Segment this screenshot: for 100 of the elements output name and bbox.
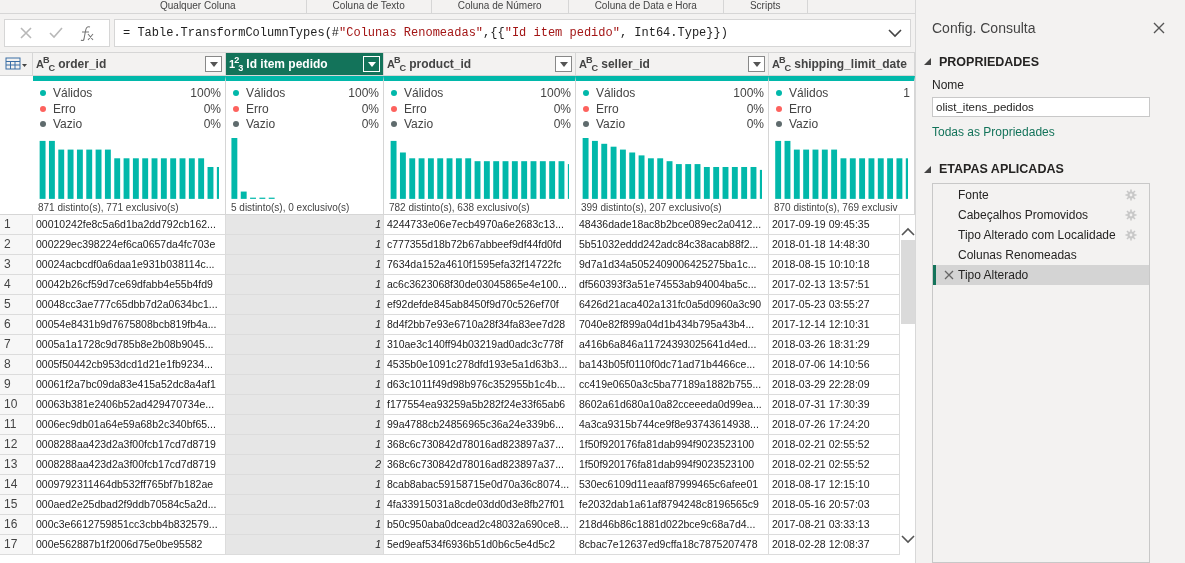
all-properties-link[interactable]: Todas as Propriedades (932, 125, 1055, 140)
ribbon-group-label: Scripts (723, 0, 808, 13)
table-cell: 1 (226, 415, 384, 434)
filter-dropdown-button[interactable] (555, 56, 572, 72)
table-cell: 1 (226, 475, 384, 494)
stat-label: Erro (246, 101, 270, 116)
row-number: 11 (0, 415, 33, 434)
stat-value: 100% (190, 85, 221, 100)
table-cell: 1 (226, 315, 384, 334)
scroll-down-icon[interactable] (900, 534, 915, 544)
section-heading[interactable]: PROPRIEDADES (939, 54, 1040, 69)
stat-label: Vazio (53, 117, 84, 132)
function-icon[interactable] (79, 25, 96, 41)
delete-step-icon[interactable] (944, 270, 954, 281)
table-cell: 99a4788cb24856965c36a24e339b6... (384, 415, 576, 434)
table-cell: 1 (226, 275, 384, 294)
stat-label: Válidos (404, 85, 445, 100)
column-header[interactable]: A$^{B}$$_{C}$ seller_id (576, 53, 769, 75)
applied-step[interactable]: Fonte (933, 185, 1149, 206)
table-cell: 5b51032eddd242adc84c38acab88f2... (576, 235, 769, 254)
table-cell: 8cab8abac59158715e0d70a36c8074... (384, 475, 576, 494)
stat-label: Vazio (789, 117, 820, 132)
stat-value: 0% (553, 101, 571, 116)
row-number: 17 (0, 535, 33, 554)
table-cell: df560393f3a51e74553ab94004ba5c... (576, 275, 769, 294)
collapse-triangle-icon[interactable] (924, 58, 931, 66)
row-number: 1 (0, 215, 33, 234)
row-number: 14 (0, 475, 33, 494)
formula-text: = Table.TransformColumnTypes(#"Colunas Renomeadas",{{"Id item pedido", Int64.Type}}) (123, 26, 728, 40)
filter-dropdown-button[interactable] (748, 56, 765, 72)
check-icon[interactable] (48, 26, 64, 40)
table-cell: 9d7a1d34a5052409006425275ba1c... (576, 255, 769, 274)
row-number: 16 (0, 515, 33, 534)
caret-icon[interactable] (209, 61, 218, 67)
filter-dropdown-button[interactable] (205, 56, 222, 72)
table-icon[interactable] (5, 57, 27, 71)
row-number: 13 (0, 455, 33, 474)
table-cell: 8602a61d680a10a82cceeeda0d99ea... (576, 395, 769, 414)
row-number: 5 (0, 295, 33, 314)
collapse-triangle-icon[interactable] (924, 165, 931, 173)
row-number: 12 (0, 435, 33, 454)
table-cell: a416b6a846a11724393025641d4ed... (576, 335, 769, 354)
column-header[interactable]: A$^{B}$$_{C}$ order_id (33, 53, 226, 75)
applied-step[interactable]: Tipo Alterado com Localidade (933, 225, 1149, 246)
row-number: 7 (0, 335, 33, 354)
formula-field[interactable]: = Table.TransformColumnTypes(#"Colunas Renomeadas",{{"Id item pedido", Int64.Type}}) (114, 19, 911, 47)
table-cell: f177554ea93259a5b282f24e33f65ab6 (384, 395, 576, 414)
stat-label: Erro (789, 101, 813, 116)
ribbon-group-label: Coluna de Texto (306, 0, 432, 13)
stat-value: 0% (746, 117, 764, 132)
scroll-up-icon[interactable] (900, 227, 915, 237)
chevron-down-icon[interactable] (888, 28, 902, 38)
panel-title: Config. Consulta (932, 20, 1036, 36)
row-number: 10 (0, 395, 33, 414)
table-cell: 4535b0e1091c278dfd193e5a1d63b3... (384, 355, 576, 374)
table-cell: 1 (226, 355, 384, 374)
table-cell: ba143b05f0110f0dc71ad71b4466ce... (576, 355, 769, 374)
caret-icon[interactable] (752, 61, 761, 67)
stat-value: 0% (361, 101, 379, 116)
stat-label: Vazio (246, 117, 277, 132)
row-number: 15 (0, 495, 33, 514)
applied-step[interactable]: Cabeçalhos Promovidos (933, 205, 1149, 226)
stat-value: 1 (903, 85, 910, 100)
table-cell: 1 (226, 495, 384, 514)
table-cell: 1 (226, 375, 384, 394)
table-cell: c777355d18b72b67abbeef9df44fd0fd (384, 235, 576, 254)
table-cell: 1 (226, 435, 384, 454)
column-header[interactable]: 1$^{2}$$_{3}$ Id item pedido (226, 53, 384, 75)
query-name-input[interactable]: olist_itens_pedidos (932, 96, 1150, 118)
table-cell: 6426d21aca402a131fc0a5d0960a3c90 (576, 295, 769, 314)
stat-value: 0% (203, 117, 221, 132)
row-number: 2 (0, 235, 33, 254)
ribbon-group-label: Qualquer Coluna (0, 0, 307, 13)
caret-icon[interactable] (367, 61, 376, 67)
ribbon-group-label: Coluna de Data e Hora (568, 0, 724, 13)
applied-step[interactable]: Tipo Alterado (933, 265, 1149, 286)
field-label: Nome (932, 77, 965, 92)
table-cell: 8cbac7e12637ed9cffa18c7875207478 (576, 535, 769, 554)
column-header[interactable]: A$^{B}$$_{C}$ product_id (384, 53, 576, 75)
table-cell: 8d4f2bb7e93e6710a28f34fa83ee7d28 (384, 315, 576, 334)
row-number: 4 (0, 275, 33, 294)
close-icon[interactable] (1153, 22, 1165, 34)
stat-label: Erro (53, 101, 77, 116)
section-heading[interactable]: ETAPAS APLICADAS (939, 162, 1064, 177)
stat-label: Erro (596, 101, 620, 116)
row-number: 9 (0, 375, 33, 394)
table-cell: 368c6c730842d78016ad823897a37... (384, 435, 576, 454)
table-cell: 1 (226, 215, 384, 234)
caret-icon[interactable] (559, 61, 568, 67)
table-cell: cc419e0650a3c5ba77189a1882b755... (576, 375, 769, 394)
stat-label: Válidos (246, 85, 287, 100)
table-cell: fe2032dab1a61af8794248c8196565c9 (576, 495, 769, 514)
table-cell: d63c1011f49d98b976c352955b1c4b... (384, 375, 576, 394)
applied-step[interactable]: Colunas Renomeadas (933, 245, 1149, 266)
table-cell: 310ae3c140ff94b03219ad0adc3c778f (384, 335, 576, 354)
table-cell: 530ec6109d11eaaf87999465c6afee01 (576, 475, 769, 494)
distinct-count: 782 distinto(s), 638 exclusivo(s) (389, 201, 530, 214)
scrollbar-thumb[interactable] (900, 240, 915, 324)
table-cell: 1f50f920176fa81dab994f9023523100 (576, 455, 769, 474)
table-cell: 4244733e06e7ecb4970a6e2683c13... (384, 215, 576, 234)
